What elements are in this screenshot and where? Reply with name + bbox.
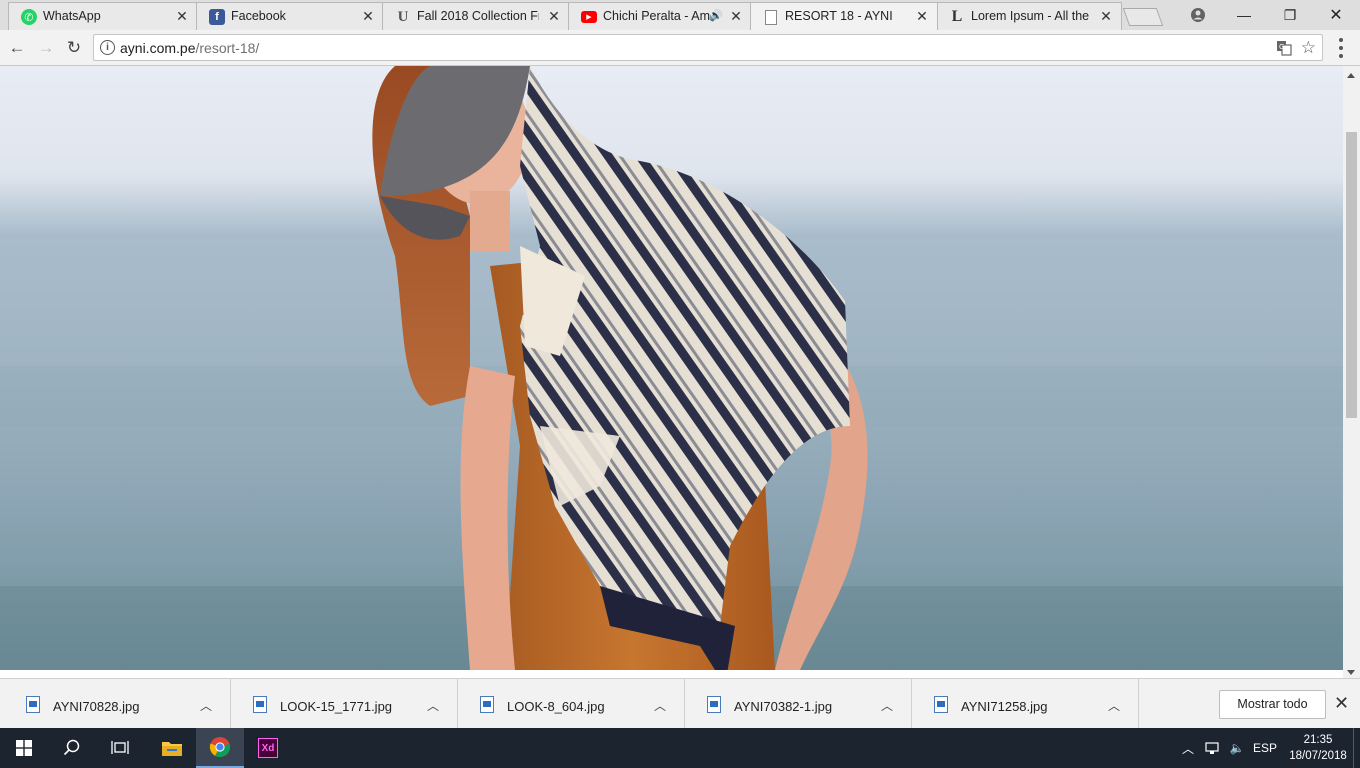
downloads-shelf: AYNI70828.jpg ︿ LOOK-15_1771.jpg ︿ LOOK-… (0, 678, 1360, 729)
system-clock[interactable]: 21:35 18/07/2018 (1283, 732, 1353, 764)
translate-icon[interactable]: G (1276, 40, 1292, 56)
volume-icon[interactable]: 🔈 (1226, 728, 1248, 768)
new-tab-button[interactable] (1122, 8, 1164, 26)
tab-facebook[interactable]: f Facebook ✕ (196, 2, 384, 30)
restore-button[interactable]: ❐ (1267, 0, 1313, 30)
profile-icon[interactable] (1188, 5, 1208, 25)
clock-time: 21:35 (1303, 734, 1333, 746)
search-icon[interactable] (48, 728, 96, 768)
url-text[interactable]: ayni.com.pe/resort-18/ (120, 40, 259, 56)
clock-date: 18/07/2018 (1289, 750, 1347, 762)
download-item[interactable]: AYNI71258.jpg ︿ (912, 679, 1139, 729)
whatsapp-icon: ✆ (21, 9, 37, 25)
scrollbar-thumb[interactable] (1346, 132, 1357, 418)
adobe-xd-icon[interactable]: Xd (244, 728, 292, 768)
image-file-icon (934, 696, 948, 713)
back-button[interactable]: ← (6, 37, 28, 59)
tab-title: Facebook (231, 9, 286, 23)
download-item[interactable]: AYNI70382-1.jpg ︿ (685, 679, 912, 729)
youtube-icon: ▶ (581, 11, 597, 23)
close-icon[interactable]: ✕ (729, 9, 743, 23)
download-filename: AYNI70828.jpg (53, 699, 140, 714)
language-indicator[interactable]: ESP (1252, 728, 1278, 768)
close-icon[interactable]: ✕ (175, 9, 189, 23)
chevron-up-icon[interactable]: ︿ (1178, 728, 1198, 768)
window-close-button[interactable]: ✕ (1313, 0, 1359, 30)
close-icon[interactable]: ✕ (1334, 693, 1349, 714)
close-icon[interactable]: ✕ (547, 9, 561, 23)
taskbar: Xd ︿ 🔈 ESP 21:35 18/07/2018 (0, 728, 1360, 768)
tab-title: RESORT 18 - AYNI (785, 9, 893, 23)
download-item[interactable]: LOOK-8_604.jpg ︿ (458, 679, 685, 729)
chrome-icon[interactable] (196, 728, 244, 768)
show-all-downloads-button[interactable]: Mostrar todo (1219, 690, 1326, 719)
forward-button[interactable]: → (35, 37, 57, 59)
chevron-up-icon[interactable]: ︿ (881, 697, 893, 714)
tab-title: Chichi Peralta - Amo (603, 9, 711, 23)
chevron-up-icon[interactable]: ︿ (427, 697, 439, 714)
chevron-up-icon[interactable]: ︿ (654, 697, 666, 714)
page-scrollbar[interactable] (1343, 66, 1360, 678)
network-icon[interactable] (1202, 728, 1224, 768)
browser-toolbar: ← → ↻ i ayni.com.pe/resort-18/ G ☆ (0, 30, 1360, 66)
svg-text:G: G (1279, 43, 1284, 51)
info-icon[interactable]: i (100, 40, 115, 55)
tab-fall-2018[interactable]: U Fall 2018 Collection Fre ✕ (382, 2, 570, 30)
scroll-up-arrow-icon[interactable] (1347, 73, 1355, 78)
image-file-icon (480, 696, 494, 713)
url-path: /resort-18/ (195, 40, 260, 56)
bookmark-star-icon[interactable]: ☆ (1301, 38, 1316, 58)
show-desktop-button[interactable] (1353, 728, 1360, 768)
tab-strip: ✆ WhatsApp ✕ f Facebook ✕ U Fall 2018 Co… (0, 0, 1360, 30)
tab-resort-18[interactable]: RESORT 18 - AYNI ✕ (750, 2, 938, 30)
file-explorer-icon[interactable] (148, 728, 196, 768)
download-filename: LOOK-15_1771.jpg (280, 699, 393, 714)
image-file-icon (707, 696, 721, 713)
tab-title: Fall 2018 Collection Fre (417, 9, 539, 23)
hero-photo (0, 66, 1343, 670)
tab-lorem-ipsum[interactable]: L Lorem Ipsum - All the fa ✕ (936, 2, 1122, 30)
reload-button[interactable]: ↻ (63, 37, 85, 59)
facebook-icon: f (209, 9, 225, 25)
download-filename: LOOK-8_604.jpg (507, 699, 605, 714)
speaker-icon[interactable]: 🔊 (709, 9, 723, 22)
url-domain: ayni.com.pe (120, 40, 196, 56)
l-letter-icon: L (951, 8, 963, 25)
page-icon (765, 10, 777, 25)
u-letter-icon: U (397, 8, 409, 25)
menu-icon[interactable] (1336, 38, 1346, 58)
tab-chichi-peralta[interactable]: ▶ Chichi Peralta - Amo 🔊 ✕ (568, 2, 752, 30)
windows-start-icon[interactable] (0, 728, 48, 768)
image-file-icon (253, 696, 267, 713)
close-icon[interactable]: ✕ (361, 9, 375, 23)
close-icon[interactable]: ✕ (915, 9, 929, 23)
image-file-icon (26, 696, 40, 713)
task-view-icon[interactable] (96, 728, 144, 768)
page-viewport (0, 66, 1343, 670)
download-filename: AYNI71258.jpg (961, 699, 1048, 714)
scroll-down-arrow-icon[interactable] (1347, 670, 1355, 675)
chevron-up-icon[interactable]: ︿ (200, 697, 212, 714)
tab-title: WhatsApp (43, 9, 101, 23)
download-item[interactable]: AYNI70828.jpg ︿ (4, 679, 231, 729)
download-item[interactable]: LOOK-15_1771.jpg ︿ (231, 679, 458, 729)
tab-title: Lorem Ipsum - All the fa (971, 9, 1091, 23)
close-icon[interactable]: ✕ (1099, 9, 1113, 23)
download-filename: AYNI70382-1.jpg (734, 699, 833, 714)
address-bar[interactable]: i ayni.com.pe/resort-18/ G ☆ (93, 34, 1323, 61)
chevron-up-icon[interactable]: ︿ (1108, 697, 1120, 714)
minimize-button[interactable]: — (1221, 0, 1267, 30)
tab-whatsapp[interactable]: ✆ WhatsApp ✕ (8, 2, 198, 30)
